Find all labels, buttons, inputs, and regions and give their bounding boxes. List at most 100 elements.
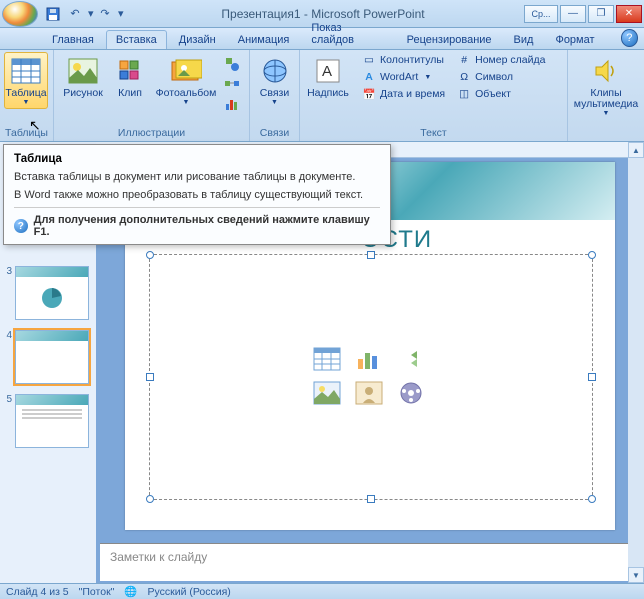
group-text: Текст bbox=[304, 126, 563, 141]
svg-text:A: A bbox=[322, 63, 332, 80]
slide-thumbnail[interactable] bbox=[15, 394, 89, 448]
headerfooter-icon: ▭ bbox=[362, 53, 376, 67]
media-button[interactable]: Клипы мультимедиа ▼ bbox=[572, 52, 640, 120]
tab-insert[interactable]: Вставка bbox=[106, 30, 167, 49]
media-label: Клипы мультимедиа bbox=[574, 88, 638, 110]
tab-view[interactable]: Вид bbox=[504, 30, 544, 49]
tooltip-title: Таблица bbox=[14, 153, 380, 165]
resize-handle[interactable] bbox=[588, 495, 596, 503]
picture-label: Рисунок bbox=[63, 88, 103, 99]
tab-format[interactable]: Формат bbox=[545, 30, 604, 49]
slide-thumbnail[interactable] bbox=[15, 266, 89, 320]
insert-table-icon[interactable] bbox=[311, 345, 343, 373]
help-button[interactable]: ? bbox=[621, 29, 638, 47]
group-illustrations: Иллюстрации bbox=[58, 126, 245, 141]
status-theme: "Поток" bbox=[79, 586, 115, 598]
slide-thumbnail[interactable] bbox=[15, 330, 89, 384]
notes-pane[interactable]: Заметки к слайду bbox=[100, 543, 640, 581]
picture-button[interactable]: Рисунок bbox=[58, 52, 108, 102]
photoalbum-button[interactable]: Фотоальбом ▼ bbox=[152, 52, 220, 109]
group-links: Связи bbox=[254, 126, 295, 141]
photoalbum-icon bbox=[170, 55, 202, 87]
datetime-label: Дата и время bbox=[380, 88, 445, 100]
minimize-button[interactable]: — bbox=[560, 5, 586, 23]
symbol-button[interactable]: ΩСимвол bbox=[455, 69, 547, 85]
qat-separator: ▾ bbox=[88, 7, 92, 20]
resize-handle[interactable] bbox=[367, 251, 375, 259]
symbol-icon: Ω bbox=[457, 70, 471, 84]
resize-handle[interactable] bbox=[146, 495, 154, 503]
maximize-button[interactable]: ❐ bbox=[588, 5, 614, 23]
scroll-up-icon[interactable]: ▲ bbox=[628, 142, 644, 158]
resize-handle[interactable] bbox=[146, 251, 154, 259]
wordart-button[interactable]: AWordArt▼ bbox=[360, 69, 447, 85]
wordart-icon: A bbox=[362, 70, 376, 84]
content-placeholder[interactable] bbox=[149, 254, 593, 500]
tooltip-help: ? Для получения дополнительных сведений … bbox=[14, 214, 380, 238]
group-media bbox=[572, 126, 640, 141]
resize-handle[interactable] bbox=[588, 251, 596, 259]
undo-icon[interactable]: ↶ bbox=[66, 5, 84, 23]
tab-review[interactable]: Рецензирование bbox=[397, 30, 502, 49]
status-language: Русский (Россия) bbox=[147, 586, 230, 598]
insert-picture-icon[interactable] bbox=[311, 379, 343, 407]
clip-icon bbox=[114, 55, 146, 87]
tooltip: Таблица Вставка таблицы в документ или р… bbox=[3, 144, 391, 245]
chevron-down-icon: ▼ bbox=[603, 110, 610, 117]
slidenumber-button[interactable]: # Номер слайда bbox=[455, 52, 547, 68]
scroll-down-icon[interactable]: ▼ bbox=[628, 567, 644, 583]
help-icon: ? bbox=[14, 219, 28, 233]
table-button[interactable]: Таблица ▼ bbox=[4, 52, 48, 109]
insert-media-icon[interactable] bbox=[395, 379, 427, 407]
tab-design[interactable]: Дизайн bbox=[169, 30, 226, 49]
insert-chart-icon[interactable] bbox=[353, 345, 385, 373]
textbox-button[interactable]: A Надпись bbox=[304, 52, 352, 102]
chevron-down-icon: ▼ bbox=[23, 99, 30, 106]
slidenumber-icon: # bbox=[457, 53, 471, 67]
tab-animation[interactable]: Анимация bbox=[228, 30, 300, 49]
textbox-label: Надпись bbox=[307, 88, 349, 99]
tab-home[interactable]: Главная bbox=[42, 30, 104, 49]
links-label: Связи bbox=[260, 88, 289, 99]
status-bar: Слайд 4 из 5 "Поток" 🌐 Русский (Россия) bbox=[0, 583, 644, 599]
status-lang-icon: 🌐 bbox=[124, 585, 137, 598]
object-button[interactable]: ◫ Объект bbox=[455, 86, 547, 102]
ribbon: Таблица ▼ Таблицы Рисунок Клип Фотоальбо… bbox=[0, 50, 644, 142]
object-label: Объект bbox=[475, 88, 511, 100]
insert-smartart-icon[interactable] bbox=[395, 345, 427, 373]
office-button[interactable] bbox=[2, 1, 38, 27]
resize-handle[interactable] bbox=[367, 495, 375, 503]
tab-slideshow[interactable]: Показ слайдов bbox=[301, 18, 394, 49]
ribbon-tabs: Главная Вставка Дизайн Анимация Показ сл… bbox=[0, 28, 644, 50]
headerfooter-button[interactable]: ▭Колонтитулы bbox=[360, 52, 447, 68]
chart-icon[interactable] bbox=[224, 96, 240, 112]
shapes-icon[interactable] bbox=[224, 56, 240, 72]
photoalbum-label: Фотоальбом bbox=[156, 88, 217, 99]
clip-button[interactable]: Клип bbox=[112, 52, 148, 102]
thumb-number: 4 bbox=[2, 330, 12, 341]
spellcheck-button[interactable]: Ср... bbox=[524, 5, 558, 23]
slidenumber-label: Номер слайда bbox=[475, 54, 545, 66]
tooltip-line2: В Word также можно преобразовать в табли… bbox=[14, 189, 380, 201]
close-button[interactable]: ✕ bbox=[616, 5, 642, 23]
thumb-number: 3 bbox=[2, 266, 12, 277]
textbox-icon: A bbox=[312, 55, 344, 87]
resize-handle[interactable] bbox=[588, 373, 596, 381]
thumb-number: 5 bbox=[2, 394, 12, 405]
table-label: Таблица bbox=[5, 88, 46, 99]
redo-icon[interactable]: ↷ bbox=[96, 5, 114, 23]
globe-icon bbox=[259, 55, 291, 87]
chevron-down-icon: ▼ bbox=[183, 99, 190, 106]
links-button[interactable]: Связи ▼ bbox=[254, 52, 295, 109]
tooltip-help-text: Для получения дополнительных сведений на… bbox=[34, 214, 380, 238]
smartart-icon[interactable] bbox=[224, 76, 240, 92]
resize-handle[interactable] bbox=[146, 373, 154, 381]
datetime-button[interactable]: 📅Дата и время bbox=[360, 86, 447, 102]
object-icon: ◫ bbox=[457, 87, 471, 101]
save-icon[interactable] bbox=[44, 5, 62, 23]
status-slide-counter: Слайд 4 из 5 bbox=[6, 586, 69, 598]
insert-clipart-icon[interactable] bbox=[353, 379, 385, 407]
picture-icon bbox=[67, 55, 99, 87]
vertical-scrollbar[interactable]: ▲ ▼ bbox=[628, 142, 644, 583]
group-tables: Таблицы bbox=[4, 126, 49, 141]
